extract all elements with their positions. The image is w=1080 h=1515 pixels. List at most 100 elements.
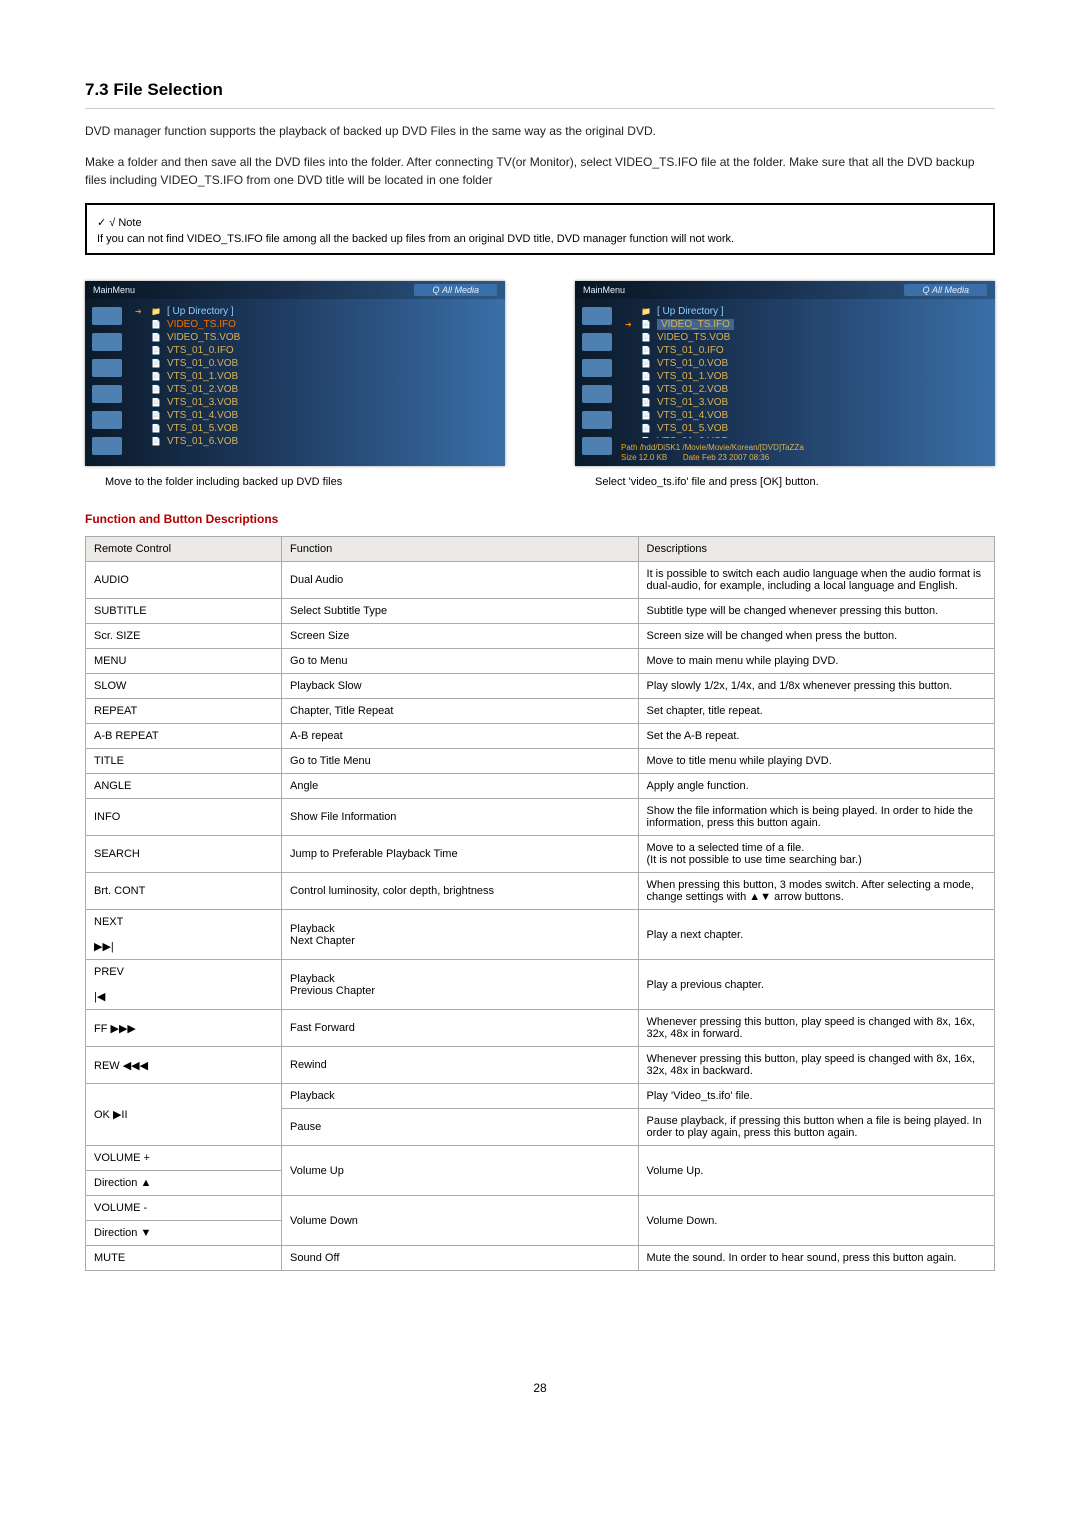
cell-rc: SEARCH [86,836,282,873]
cell-fn: Playback [282,1084,638,1109]
file-icon: 📄 [641,359,651,368]
cell-rc: REPEAT [86,699,282,724]
cell-desc: Whenever pressing this button, play spee… [638,1047,994,1084]
caption-left: Move to the folder including backed up D… [105,476,505,488]
table-row: TITLEGo to Title MenuMove to title menu … [86,749,995,774]
table-row: VOLUME - Volume Down Volume Down. [86,1196,995,1221]
sidebar-icon [92,359,122,377]
note-box: ✓ √ Note If you can not find VIDEO_TS.IF… [85,203,995,255]
file-label: VTS_01_3.VOB [167,397,238,408]
cell-fn: Pause [282,1109,638,1146]
file-label: VTS_01_5.VOB [167,423,238,434]
table-row: REPEATChapter, Title RepeatSet chapter, … [86,699,995,724]
file-icon: 📄 [151,385,161,394]
cell-desc: Set the A-B repeat. [638,724,994,749]
cell-desc: Set chapter, title repeat. [638,699,994,724]
intro-paragraph-1: DVD manager function supports the playba… [85,123,995,140]
file-row: 📄VTS_01_5.VOB [135,422,495,435]
sidebar-icon [92,437,122,455]
file-label: VTS_01_6.VOB [657,436,728,438]
cell-fn: Sound Off [282,1246,638,1271]
cell-rc: NEXT [86,910,282,935]
file-row: 📄 VTS_01_3.VOB [135,396,495,409]
table-row: SUBTITLESelect Subtitle TypeSubtitle typ… [86,599,995,624]
footer-size-label: Size [621,453,637,462]
table-row: SEARCHJump to Preferable Playback TimeMo… [86,836,995,873]
cell-desc: When pressing this button, 3 modes switc… [638,873,994,910]
cell-fn: Playback Next Chapter [282,910,638,960]
file-icon: 📄 [641,398,651,407]
screen-header-tab: Q All Media [904,284,987,296]
file-row: 📁[ Up Directory ] [625,305,985,318]
screenshot-right-col: MainMenu Q All Media 📁[ Up Directory ] ➔ 📄… [575,281,995,488]
cell-desc: Play a previous chapter. [638,960,994,1010]
cell-fn: Rewind [282,1047,638,1084]
cell-rc: VOLUME + [86,1146,282,1171]
sidebar-icon [92,307,122,325]
cell-fn: A-B repeat [282,724,638,749]
file-icon: 📄 [151,398,161,407]
note-body: If you can not find VIDEO_TS.IFO file am… [97,233,983,245]
cell-fn: Screen Size [282,624,638,649]
cell-desc: Screen size will be changed when press t… [638,624,994,649]
file-row: 📄VIDEO_TS.VOB [135,331,495,344]
file-label: VIDEO_TS.IFO [167,319,236,330]
cell-rc: Direction ▲ [86,1171,282,1196]
screen-footer: Path /hdd/DiSK1 /Movie/Movie/Korean/[DVD… [621,443,989,462]
file-icon: 📄 [641,346,651,355]
file-row: 📄 VTS_01_5.VOB [625,422,985,435]
cell-desc: Volume Down. [638,1196,994,1246]
file-row: 📄VTS_01_4.VOB [625,409,985,422]
file-label: VIDEO_TS.IFO [657,319,734,330]
file-label: VTS_01_0.VOB [657,358,728,369]
sidebar-icon [92,385,122,403]
file-icon: 📄 [151,437,161,446]
screen-header: MainMenu Q All Media [575,281,995,299]
cell-rc: A-B REPEAT [86,724,282,749]
file-label: VIDEO_TS.VOB [657,332,730,343]
section-title: 7.3 File Selection [85,80,995,100]
file-label: [ Up Directory ] [657,306,724,317]
screenshots-row: MainMenu Q All Media ➔📁[ Up Directory ]📄… [85,281,995,488]
file-label: VTS_01_5.VOB [657,423,728,434]
cell-rc: INFO [86,799,282,836]
sidebar-icon [582,307,612,325]
cell-desc: It is possible to switch each audio lang… [638,562,994,599]
arrow-icon: ➔ [625,320,635,329]
sidebar-icon [582,333,612,351]
file-row: 📄VTS_01_3.VOB [625,396,985,409]
cell-desc: Volume Up. [638,1146,994,1196]
cell-desc: Play a next chapter. [638,910,994,960]
file-icon: 📄 [641,437,651,438]
table-row: A-B REPEATA-B repeatSet the A-B repeat. [86,724,995,749]
screen-header-left: MainMenu [93,285,135,295]
file-label: VTS_01_0.VOB [167,358,238,369]
footer-path-label: Path [621,443,637,452]
file-row: 📄VTS_01_2.VOB [625,383,985,396]
screenshot-left: MainMenu Q All Media ➔📁[ Up Directory ]📄… [85,281,505,466]
file-label: VTS_01_0.IFO [167,345,234,356]
file-label: [ Up Directory ] [167,306,234,317]
cell-fn: Volume Down [282,1196,638,1246]
file-row: 📄VTS_01_2.VOB [135,383,495,396]
file-label: VTS_01_6.VOB [167,436,238,447]
file-row: 📄VTS_01_4.VOB [135,409,495,422]
cell-rc: VOLUME - [86,1196,282,1221]
file-row: 📄VTS_01_1.VOB [625,370,985,383]
cell-desc: Play slowly 1/2x, 1/4x, and 1/8x wheneve… [638,674,994,699]
page-number: 28 [85,1381,995,1395]
footer-date: Feb 23 2007 08:36 [702,453,769,462]
file-row: 📄VTS_01_0.VOB [135,357,495,370]
cell-rc: TITLE [86,749,282,774]
file-row: 📄 VTS_01_6.VOB [135,435,495,448]
file-list-left: ➔📁[ Up Directory ] 📄 VIDEO_TS.IFO📄VIDEO_TS… [131,303,499,462]
table-row: VOLUME + Volume Up Volume Up. [86,1146,995,1171]
cell-fn: Control luminosity, color depth, brightn… [282,873,638,910]
table-row: REW ◀◀◀ Rewind Whenever pressing this bu… [86,1047,995,1084]
cell-rc: MUTE [86,1246,282,1271]
file-row: ➔📁[ Up Directory ] [135,305,495,318]
intro-paragraph-2: Make a folder and then save all the DVD … [85,154,995,189]
cell-rc: Scr. SIZE [86,624,282,649]
file-row: 📄VTS_01_0.IFO [135,344,495,357]
table-header-row: Remote Control Function Descriptions [86,537,995,562]
